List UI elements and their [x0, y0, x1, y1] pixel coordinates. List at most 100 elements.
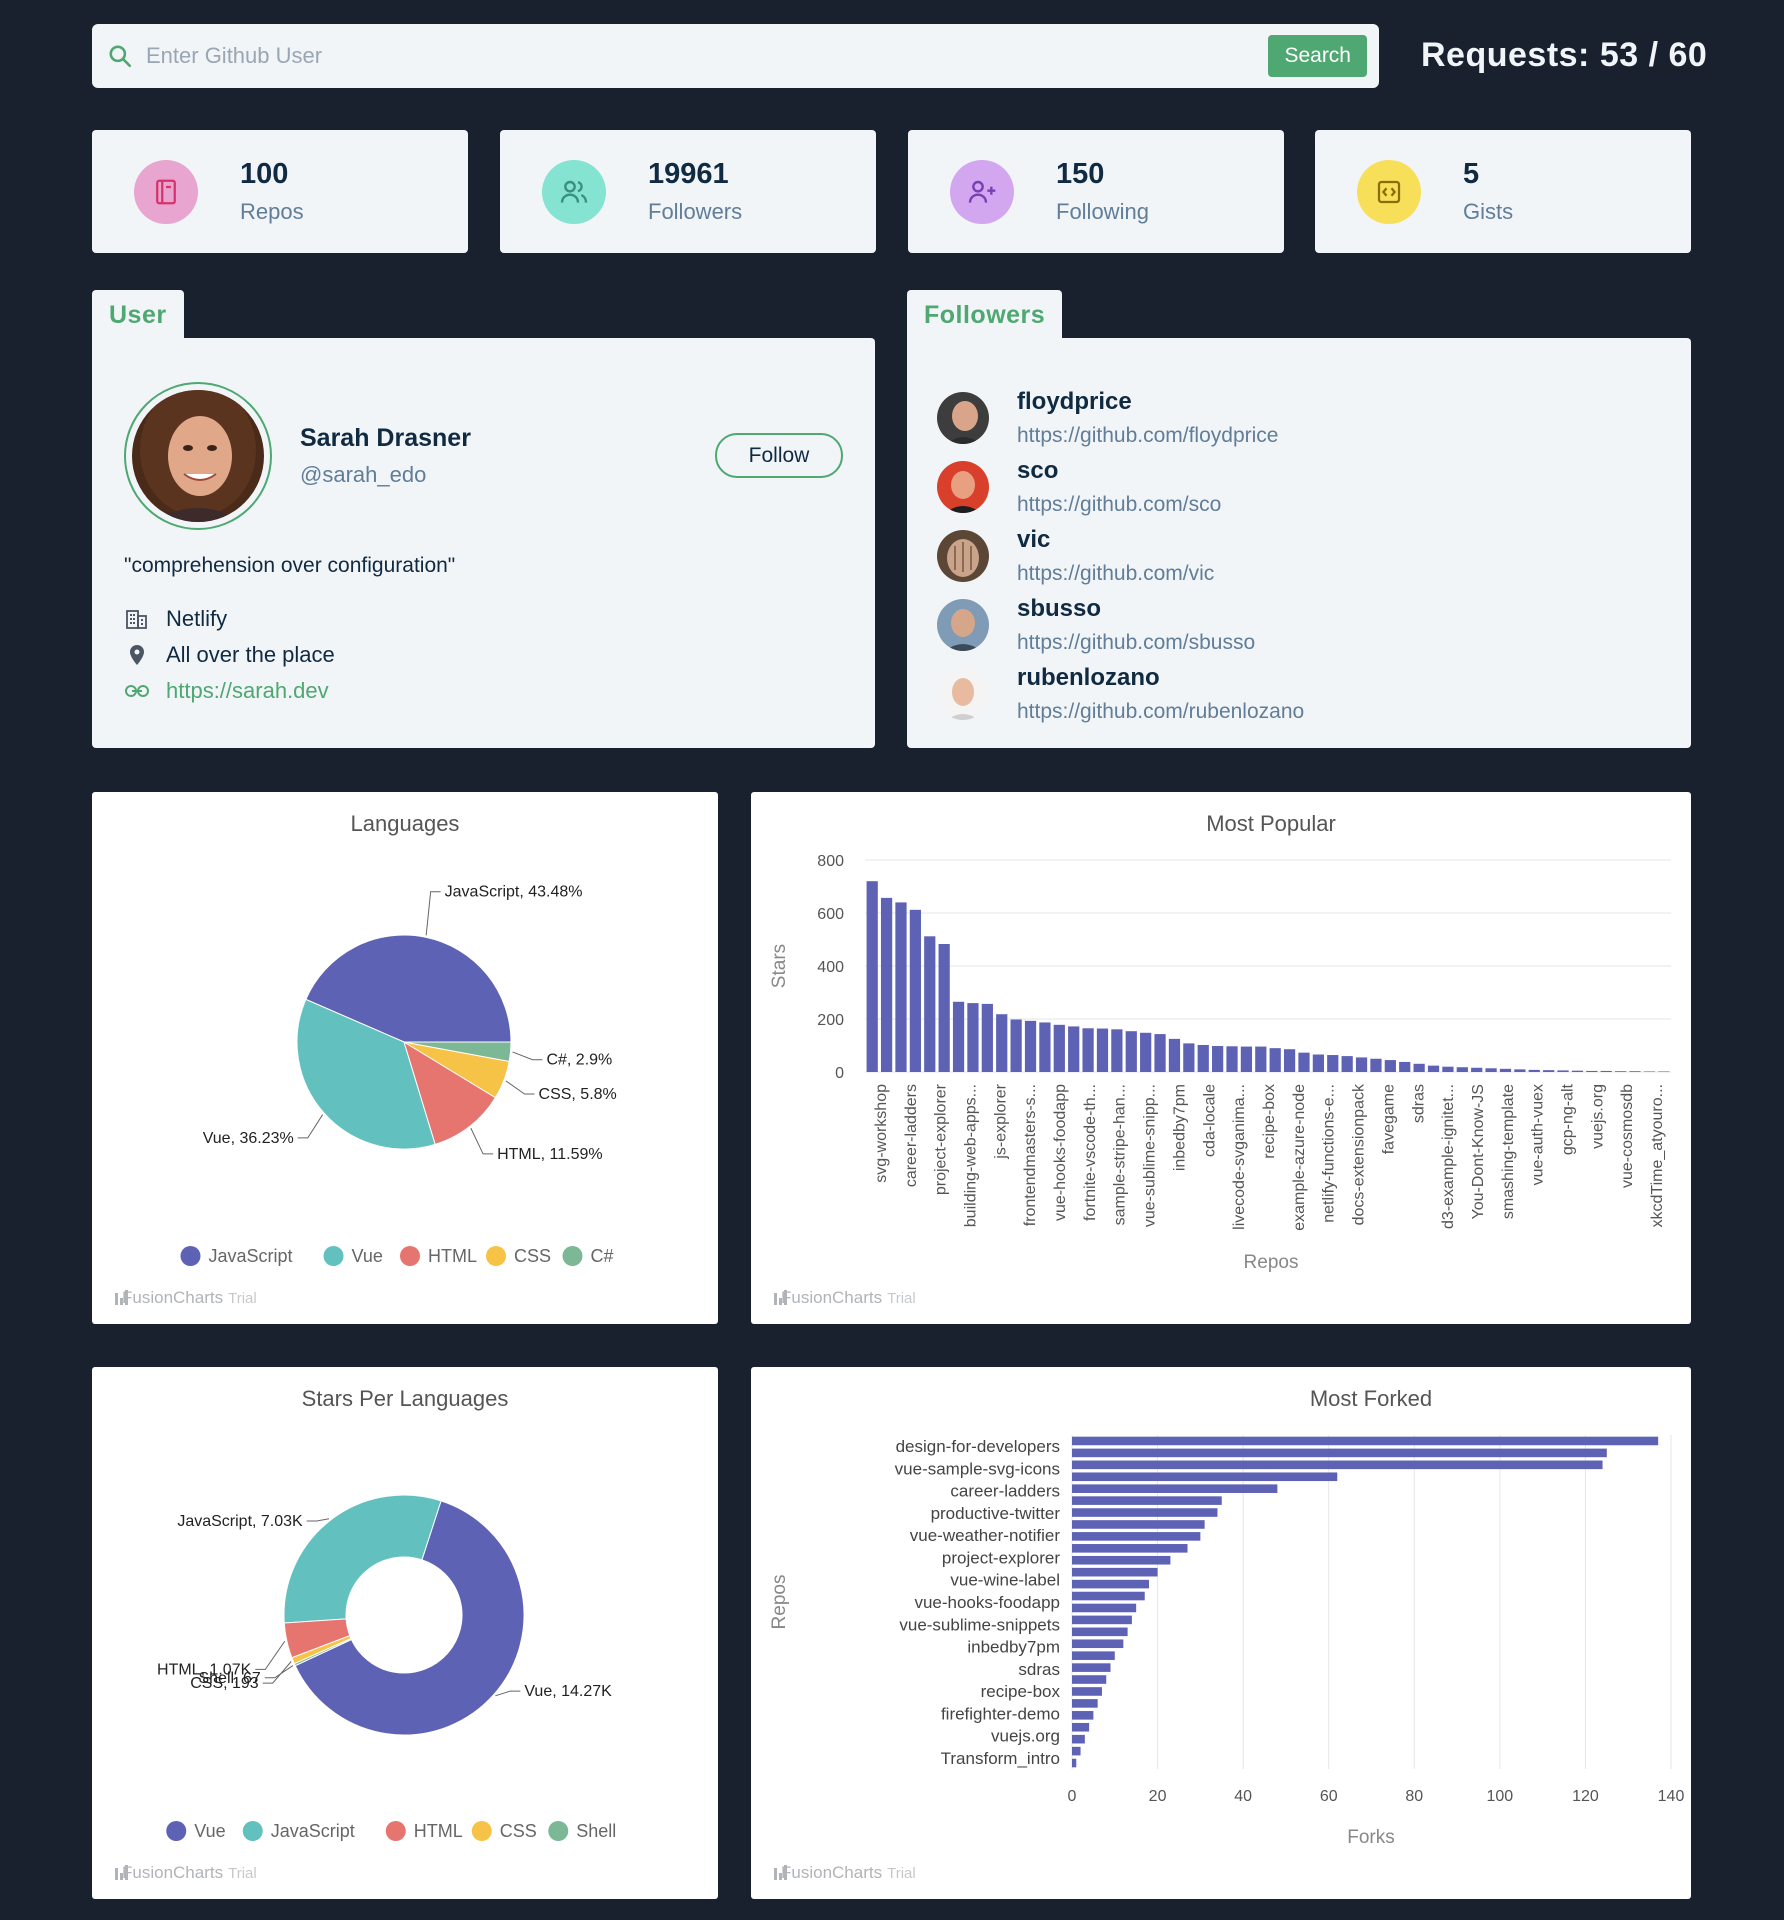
slice-label: CSS, 5.8%	[539, 1086, 617, 1103]
blog-link[interactable]: https://sarah.dev	[166, 678, 329, 704]
bar	[1499, 1068, 1512, 1072]
search-bar: Search	[92, 24, 1379, 88]
bar	[909, 909, 921, 1072]
x-tick-label: docs-extensionpack	[1351, 1083, 1368, 1225]
follower-url[interactable]: https://github.com/rubenlozano	[1017, 700, 1304, 724]
users-icon	[542, 159, 606, 224]
fusioncharts-trial: Trial	[228, 1289, 257, 1307]
stat-card-gists: 5 Gists	[1315, 130, 1691, 253]
bar	[1072, 1675, 1107, 1684]
most-popular-chart-svg: Most Popular 0 200 400 600 800 svg-workshop car…	[769, 811, 1671, 1273]
bar	[1384, 1060, 1396, 1072]
bar	[1072, 1520, 1205, 1529]
legend-label: Shell	[576, 1821, 616, 1841]
y-tick-label: design-for-developers	[896, 1437, 1060, 1456]
bar	[1072, 1448, 1607, 1458]
x-tick-label: svg-workshop	[873, 1084, 890, 1183]
y-tick-label: firefighter-demo	[941, 1704, 1060, 1723]
x-tick-label: vue-hooks-foodapp	[1052, 1084, 1069, 1221]
x-tick-label: 80	[1405, 1788, 1423, 1805]
code-icon	[1357, 159, 1421, 224]
user-plus-icon	[950, 159, 1014, 224]
bar	[1072, 1484, 1278, 1493]
bar	[1072, 1460, 1603, 1470]
y-tick-label: vue-weather-notifier	[910, 1526, 1061, 1545]
bar	[1111, 1029, 1123, 1072]
pie-slice	[283, 1494, 442, 1624]
bar	[981, 1003, 993, 1072]
stat-value: 100	[240, 158, 289, 190]
follower-name: rubenlozano	[1017, 664, 1160, 691]
legend-marker	[471, 1821, 492, 1841]
x-tick-label: favegame	[1380, 1084, 1397, 1154]
follower-item[interactable]: sco https://github.com/sco	[937, 457, 1221, 517]
y-tick-label: 0	[835, 1065, 844, 1082]
follower-item[interactable]: floydprice https://github.com/floydprice	[937, 388, 1278, 448]
slice-leader-line	[425, 891, 441, 936]
follow-button[interactable]: Follow	[715, 433, 843, 478]
slice-leader-line	[297, 1114, 324, 1139]
slice-leader-line	[512, 1051, 543, 1061]
bar	[1413, 1063, 1425, 1072]
follower-avatar	[937, 599, 989, 651]
y-tick-label: recipe-box	[981, 1682, 1061, 1701]
bar	[1557, 1070, 1569, 1072]
followers-card: floydprice https://github.com/floydprice …	[907, 338, 1691, 748]
follower-url[interactable]: https://github.com/floydprice	[1017, 424, 1278, 448]
bar	[1442, 1066, 1454, 1072]
follower-item[interactable]: rubenlozano https://github.com/rubenlozan…	[937, 664, 1304, 724]
bar	[996, 1014, 1008, 1072]
follower-item[interactable]: sbusso https://github.com/sbusso	[937, 595, 1255, 655]
slice-label: JavaScript, 43.48%	[445, 884, 583, 901]
fusioncharts-trial: Trial	[887, 1289, 916, 1307]
bar	[1140, 1032, 1152, 1072]
follower-avatar	[937, 530, 989, 582]
bar	[1072, 1687, 1102, 1696]
legend-label: Vue	[352, 1246, 383, 1266]
chart-title: Most Forked	[1310, 1386, 1432, 1411]
bar	[1024, 1020, 1037, 1072]
search-input[interactable]	[146, 43, 1269, 69]
bar	[1168, 1038, 1181, 1072]
bar	[1370, 1058, 1382, 1072]
stat-value: 19961	[648, 158, 729, 190]
legend-marker	[548, 1821, 569, 1841]
x-tick-label: js-explorer	[992, 1083, 1009, 1159]
most-forked-chart-svg: Most Forked 0 20 40 60 80 100 120 140 design-for-…	[769, 1386, 1684, 1848]
follower-url[interactable]: https://github.com/sbusso	[1017, 631, 1255, 655]
follower-url[interactable]: https://github.com/vic	[1017, 562, 1214, 586]
location-text: All over the place	[166, 642, 335, 667]
search-button[interactable]: Search	[1268, 35, 1367, 77]
x-tick-label: 100	[1487, 1788, 1514, 1805]
follower-item[interactable]: vic https://github.com/vic	[937, 526, 1214, 586]
bar	[1072, 1472, 1338, 1482]
fusioncharts-watermark: FusionCharts Trial	[773, 1288, 916, 1308]
slice-leader-line	[255, 1640, 286, 1670]
bar	[1072, 1651, 1115, 1660]
follower-url[interactable]: https://github.com/sco	[1017, 493, 1221, 517]
x-tick-label: 120	[1572, 1788, 1599, 1805]
legend-label: HTML	[428, 1246, 477, 1266]
book-icon	[134, 159, 198, 224]
search-icon	[106, 42, 134, 70]
slice-leader-line	[306, 1518, 330, 1522]
bar	[1072, 1508, 1218, 1517]
y-tick-label: project-explorer	[942, 1548, 1060, 1567]
bar	[1154, 1034, 1166, 1072]
legend-label: Vue	[194, 1821, 225, 1841]
bar	[1643, 1071, 1656, 1072]
bar	[1072, 1615, 1132, 1625]
bar	[1072, 1555, 1171, 1565]
legend-label: C#	[591, 1246, 614, 1266]
x-tick-label: smashing-template	[1500, 1084, 1517, 1219]
x-tick-label: frontendmasters-s...	[1022, 1084, 1039, 1226]
x-tick-label: 20	[1149, 1788, 1167, 1805]
bar	[1355, 1057, 1368, 1072]
y-tick-label: 400	[817, 959, 844, 976]
bar	[1514, 1069, 1526, 1072]
legend-label: CSS	[500, 1821, 537, 1841]
bar	[1096, 1028, 1109, 1072]
stars-per-language-chart: Stars Per Languages Vue, 14.27K JavaScript…	[92, 1367, 718, 1899]
user-bio: "comprehension over configuration"	[124, 554, 456, 577]
follower-avatar	[937, 392, 989, 444]
